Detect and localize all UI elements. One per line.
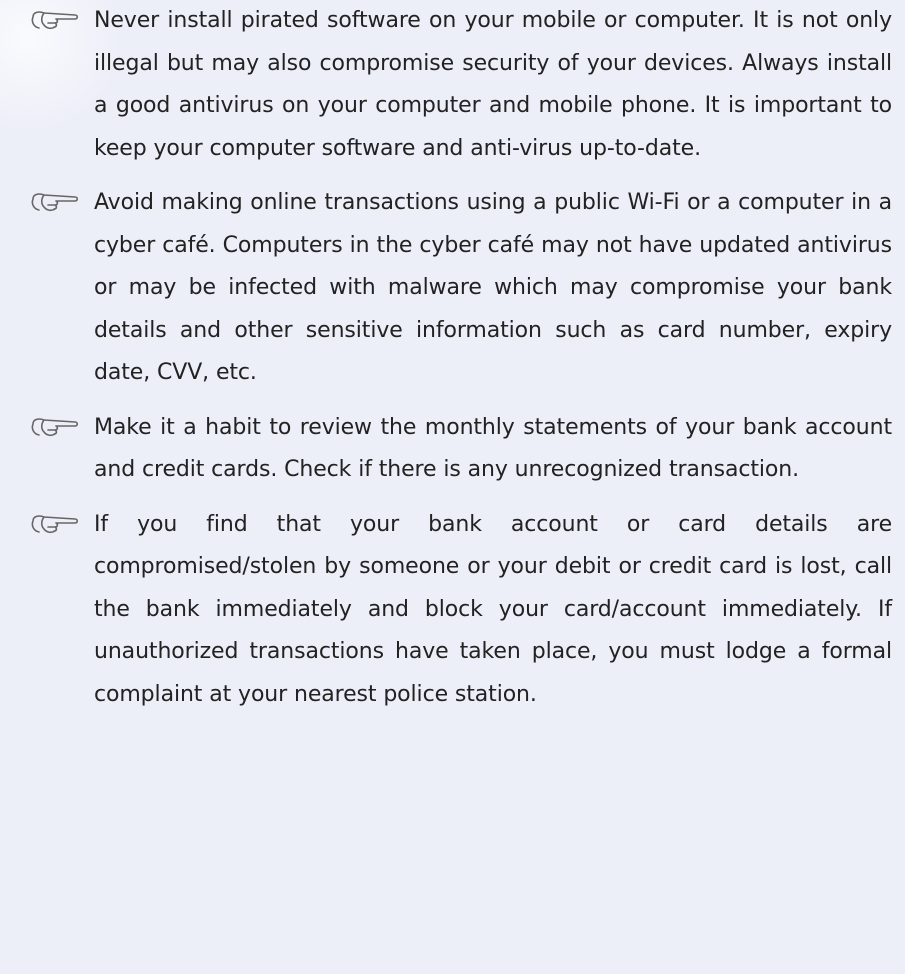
pointing-hand-icon xyxy=(31,514,79,533)
pointing-hand-icon xyxy=(31,417,79,436)
list-item: Make it a habit to review the monthly st… xyxy=(30,407,892,492)
safety-tips-list: Never install pirated software on your m… xyxy=(30,0,892,728)
pointing-hand-icon xyxy=(31,193,79,212)
tip-text: Never install pirated software on your m… xyxy=(94,8,892,161)
tip-text: Make it a habit to review the monthly st… xyxy=(94,414,892,483)
tip-text: Avoid making online transactions using a… xyxy=(94,190,892,385)
pointing-hand-icon xyxy=(31,11,79,30)
list-item: Never install pirated software on your m… xyxy=(30,0,892,170)
list-item: If you find that your bank account or ca… xyxy=(30,504,892,717)
tip-text: If you find that your bank account or ca… xyxy=(94,511,892,707)
list-item: Avoid making online transactions using a… xyxy=(30,182,892,395)
